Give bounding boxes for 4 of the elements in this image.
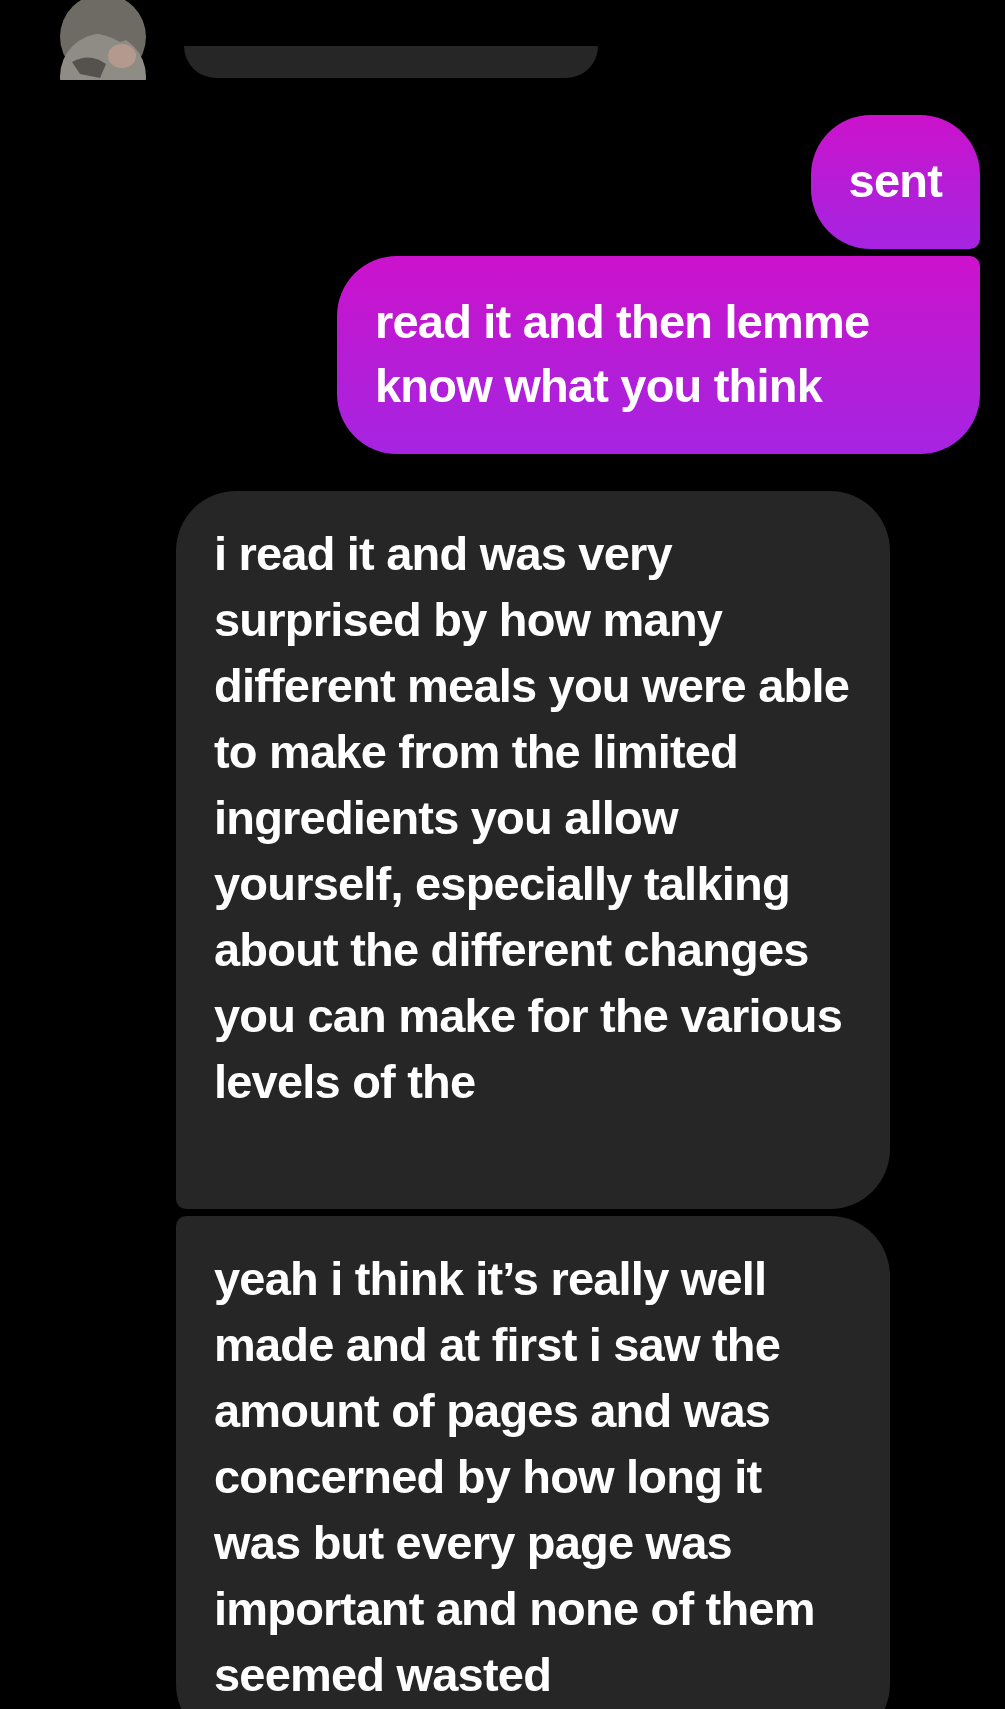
message-text: i read it and was very surprised by how many different meals you were able to make from the limited ingredients you allow yourself, especially talking about the different changes you can make for the various levels of the (214, 526, 851, 1110)
message-text: sent (848, 153, 942, 209)
message-text: yeah i think it’s really well made and at first i saw the amount of pages and was concerned by how long it was but every page was important and none of them seemed wasted (214, 1251, 816, 1703)
message-text: read it and then lemme know what you think (375, 294, 871, 414)
